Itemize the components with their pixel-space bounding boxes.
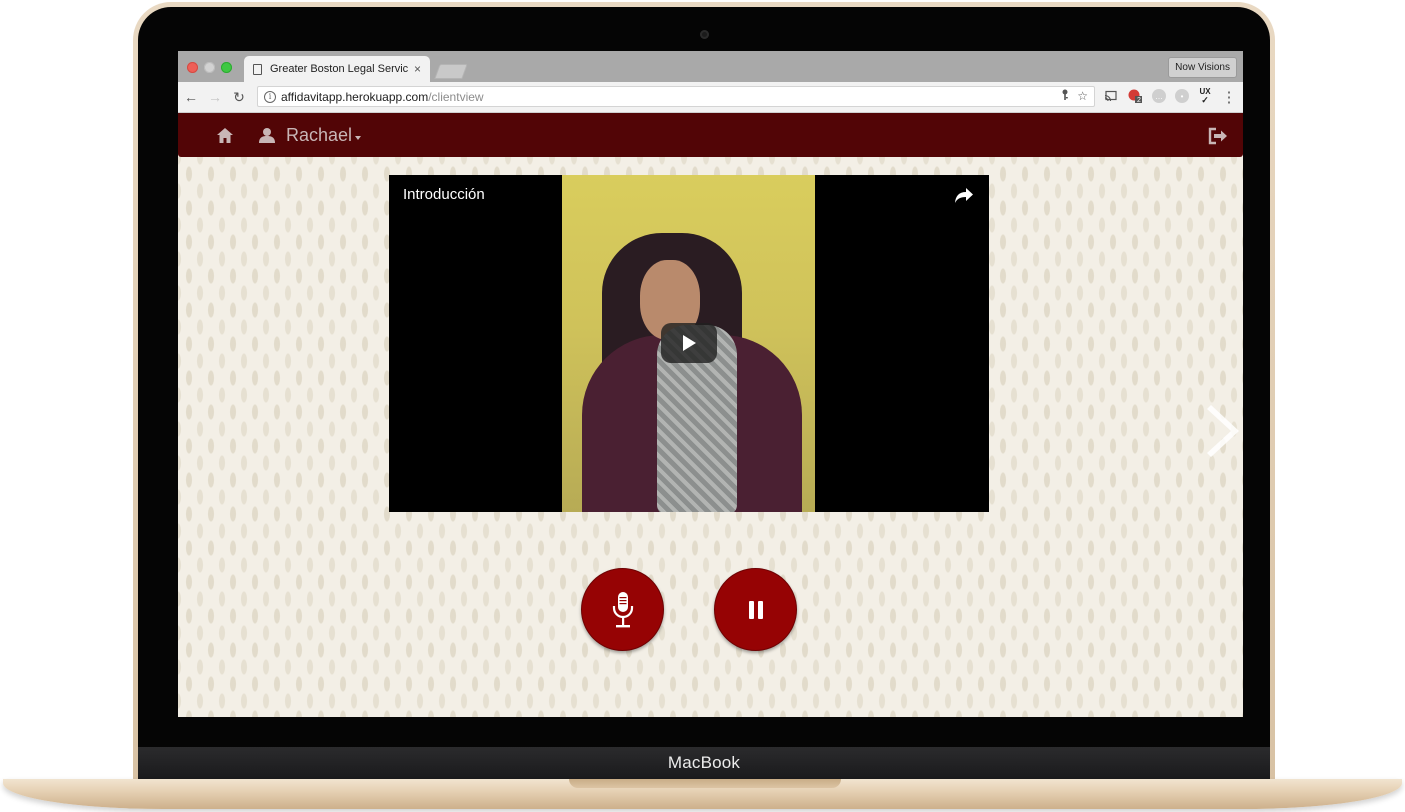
minimize-window-button[interactable] — [204, 62, 215, 73]
chevron-right-icon[interactable] — [1205, 401, 1243, 461]
laptop-chin: MacBook — [138, 747, 1270, 779]
user-icon[interactable] — [259, 127, 275, 143]
back-arrow-icon[interactable]: ← — [183, 89, 199, 105]
new-tab-button[interactable] — [434, 64, 468, 79]
bookmark-star-icon[interactable]: ☆ — [1077, 89, 1088, 103]
share-icon[interactable] — [954, 187, 974, 204]
maximize-window-button[interactable] — [221, 62, 232, 73]
video-title[interactable]: Introducción — [403, 186, 485, 203]
play-icon — [683, 335, 696, 351]
browser-tab-active[interactable]: Greater Boston Legal Services × — [244, 56, 430, 82]
pause-button[interactable] — [714, 568, 797, 651]
extension-badge-count: 2 — [1137, 97, 1141, 104]
reload-icon[interactable]: ↻ — [231, 89, 247, 105]
tab-title: Greater Boston Legal Services — [270, 63, 408, 75]
browser-menu-icon[interactable]: ⋮ — [1221, 89, 1237, 106]
app-navbar: Rachael — [178, 113, 1243, 157]
laptop-base — [3, 779, 1402, 809]
user-menu[interactable]: Rachael — [286, 125, 352, 146]
microphone-button[interactable] — [581, 568, 664, 651]
pause-icon — [748, 600, 763, 619]
address-bar[interactable]: i affidavitapp.herokuapp.com/clientview … — [257, 86, 1095, 107]
forward-arrow-icon[interactable]: → — [207, 89, 223, 105]
play-button[interactable] — [661, 323, 717, 363]
document-icon — [253, 63, 262, 75]
device-brand-label: MacBook — [667, 753, 741, 772]
microphone-icon — [612, 591, 633, 627]
url-host: affidavitapp.herokuapp.com — [281, 89, 429, 104]
tab-strip: Greater Boston Legal Services × Now Visi… — [178, 51, 1243, 82]
home-icon[interactable] — [216, 127, 234, 144]
extension-chat-icon[interactable]: … — [1152, 89, 1166, 103]
profile-button[interactable]: Now Visions — [1168, 57, 1237, 78]
close-window-button[interactable] — [187, 62, 198, 73]
close-tab-icon[interactable]: × — [414, 62, 421, 76]
extension-badge-icon[interactable]: 2 — [1128, 89, 1142, 104]
browser-toolbar: ← → ↻ i affidavitapp.herokuapp.com/clien… — [178, 82, 1243, 113]
base-notch — [569, 779, 841, 788]
main-content: Introducción — [178, 157, 1243, 717]
webcam — [700, 30, 709, 39]
chevron-down-icon[interactable] — [355, 136, 361, 140]
site-info-icon[interactable]: i — [264, 90, 276, 103]
logout-icon[interactable] — [1208, 127, 1228, 145]
browser-window: Greater Boston Legal Services × Now Visi… — [178, 51, 1243, 717]
cast-icon[interactable] — [1104, 89, 1118, 103]
video-player[interactable]: Introducción — [389, 175, 989, 512]
key-icon[interactable] — [1061, 89, 1069, 101]
extension-generic-icon[interactable]: • — [1175, 89, 1189, 103]
ux-check-icon[interactable]: UX ✓ — [1198, 88, 1212, 105]
url-path: /clientview — [428, 89, 484, 104]
